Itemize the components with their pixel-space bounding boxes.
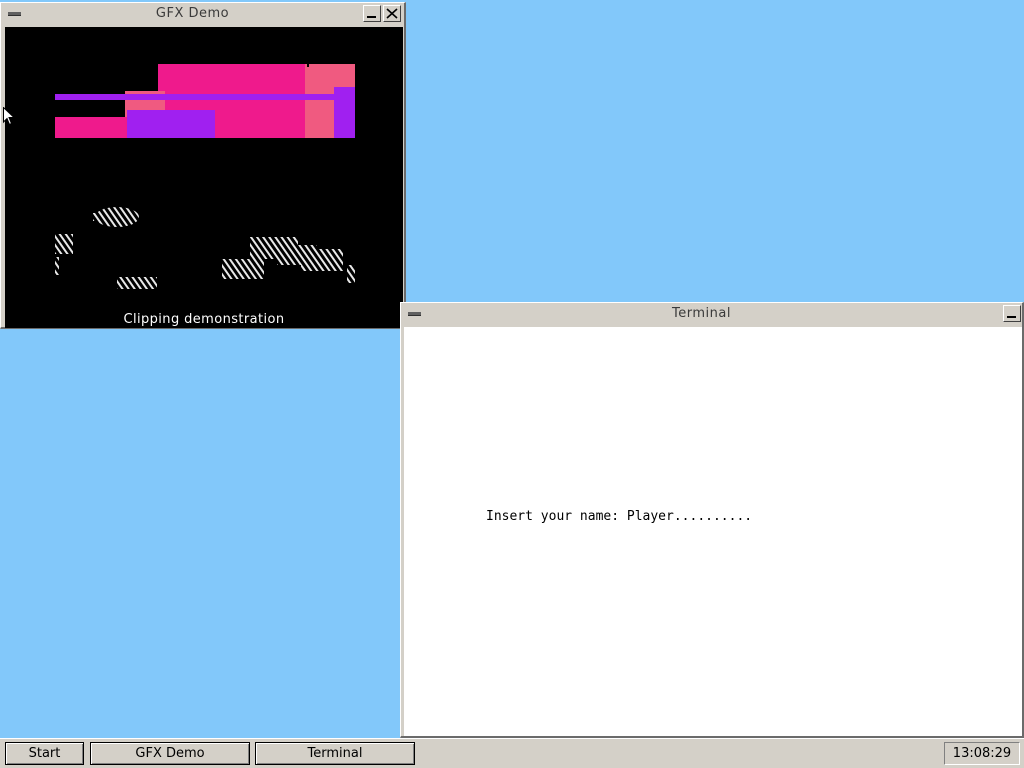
- taskbar-button-gfx-demo[interactable]: GFX Demo: [90, 742, 250, 765]
- gfx-demo-title: GFX Demo: [155, 6, 230, 21]
- striped-shape: [222, 259, 264, 279]
- taskbar-clock: 13:08:29: [944, 742, 1020, 765]
- system-menu-icon[interactable]: [405, 305, 423, 322]
- taskbar-button-terminal[interactable]: Terminal: [255, 742, 415, 765]
- gfx-demo-caption: Clipping demonstration: [123, 312, 285, 327]
- terminal-title: Terminal: [672, 306, 731, 321]
- minimize-icon[interactable]: [363, 5, 381, 22]
- striped-shape: [93, 213, 135, 221]
- gfx-demo-titlebar[interactable]: GFX Demo: [1, 3, 404, 25]
- start-button[interactable]: Start: [5, 742, 84, 765]
- magenta-block-left: [55, 117, 135, 138]
- striped-shape: [301, 249, 343, 271]
- violet-block-right: [334, 87, 355, 138]
- violet-block: [127, 110, 215, 138]
- gfx-demo-canvas: Clipping demonstration: [5, 27, 403, 328]
- striped-shape: [55, 234, 73, 254]
- terminal-output[interactable]: Insert your name: Player..........: [404, 327, 1022, 736]
- striped-shape: [117, 277, 157, 289]
- arrow-cursor-icon: [3, 107, 15, 126]
- striped-shape: [55, 257, 59, 275]
- terminal-window[interactable]: Terminal Insert your name: Player.......…: [400, 302, 1024, 738]
- clip-notch: [307, 62, 309, 67]
- system-menu-icon[interactable]: [5, 5, 23, 22]
- terminal-line: Insert your name: Player..........: [486, 509, 753, 524]
- terminal-titlebar[interactable]: Terminal: [401, 303, 1022, 325]
- clipping-graphics: [55, 62, 355, 289]
- close-icon[interactable]: [383, 5, 401, 22]
- gfx-demo-window[interactable]: GFX Demo Clipping demonstration: [0, 2, 406, 329]
- taskbar: Start GFX Demo Terminal 13:08:29: [0, 738, 1024, 768]
- striped-shape: [347, 265, 355, 283]
- violet-bar: [55, 94, 335, 100]
- minimize-icon[interactable]: [1003, 305, 1021, 322]
